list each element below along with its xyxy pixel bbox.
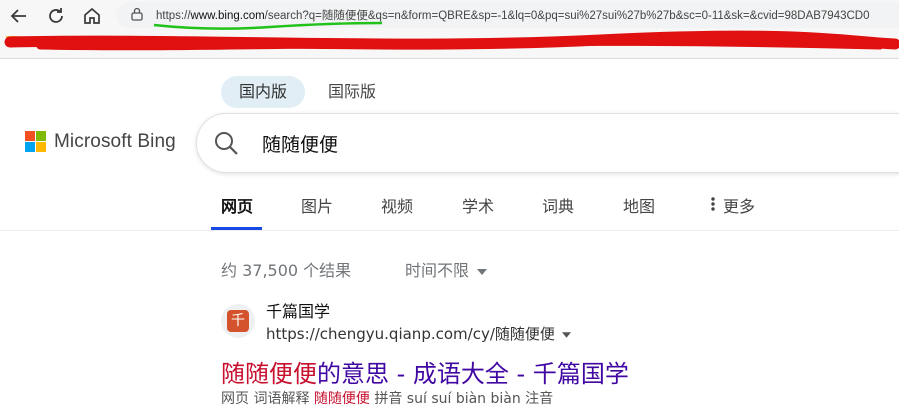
tab-international-edition[interactable]: 国际版 <box>310 76 394 108</box>
bing-logo-text[interactable]: Microsoft Bing <box>54 131 176 153</box>
search-input[interactable]: 随随便便 <box>262 130 338 157</box>
result-snippet: 网页 词语解释 随随便便 拼音 suí suí biàn biàn 注音 <box>221 388 553 408</box>
divider <box>0 230 899 231</box>
chevron-down-icon <box>477 268 488 275</box>
title-highlight: 随随便便 <box>221 360 317 388</box>
chevron-down-icon[interactable] <box>561 331 571 338</box>
browser-toolbar: https://www.bing.com/search?q=随随便便&qs=n&… <box>0 0 899 59</box>
microsoft-logo-icon[interactable] <box>25 131 47 153</box>
red-redaction-scribble <box>4 30 899 51</box>
result-count: 约 37,500 个结果 <box>221 261 352 280</box>
time-filter-dropdown[interactable]: 时间不限 <box>405 257 488 281</box>
home-icon[interactable] <box>81 5 103 27</box>
result-site-name[interactable]: 千篇国学 <box>266 298 330 322</box>
tab-academic[interactable]: 学术 <box>462 193 494 217</box>
tab-china-edition[interactable]: 国内版 <box>221 76 306 108</box>
tab-videos[interactable]: 视频 <box>381 193 413 217</box>
tab-dictionary[interactable]: 词典 <box>542 193 574 217</box>
tab-web[interactable]: 网页 <box>221 193 253 217</box>
tab-images[interactable]: 图片 <box>301 193 333 217</box>
more-vertical-icon[interactable] <box>709 196 717 212</box>
refresh-icon[interactable] <box>45 5 67 27</box>
time-filter-label: 时间不限 <box>405 261 470 280</box>
result-url[interactable]: https://chengyu.qianp.com/cy/随随便便 <box>266 323 571 344</box>
back-arrow-icon[interactable] <box>8 5 30 27</box>
title-rest: 的意思 - 成语大全 - 千篇国学 <box>317 360 629 388</box>
result-url-text: https://chengyu.qianp.com/cy/随随便便 <box>266 325 555 343</box>
qianp-logo-icon: 千 <box>227 310 249 332</box>
tab-more[interactable]: 更多 <box>723 193 755 217</box>
snippet-rest: 拼音 suí suí biàn biàn 注音 <box>369 391 554 407</box>
snippet-highlight: 随随便便 <box>313 391 370 407</box>
tab-maps[interactable]: 地图 <box>623 193 655 217</box>
snippet-start: 网页 词语解释 <box>221 391 314 407</box>
lock-icon[interactable] <box>131 7 143 21</box>
bookmarks-bar <box>0 30 899 58</box>
result-title-link[interactable]: 随随便便的意思 - 成语大全 - 千篇国学 <box>221 354 629 389</box>
search-icon[interactable] <box>213 130 239 156</box>
